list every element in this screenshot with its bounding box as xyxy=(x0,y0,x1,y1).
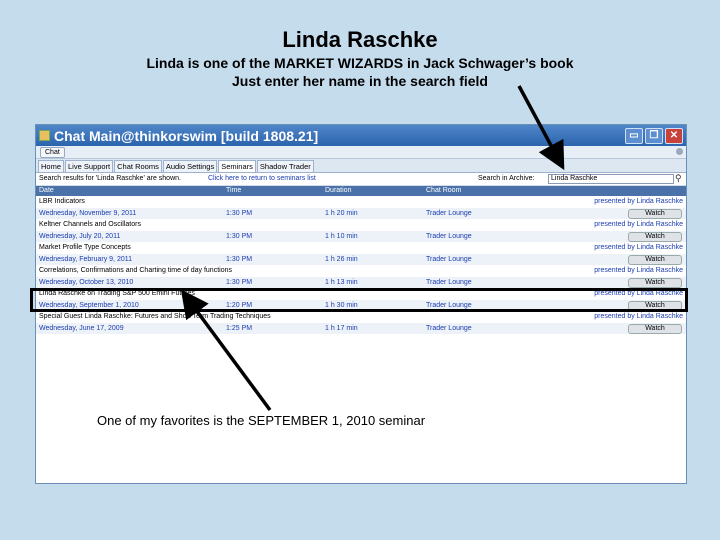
annotation-arrows xyxy=(180,85,565,412)
arrow-to-search-field xyxy=(517,85,565,171)
arrow-to-september-seminar xyxy=(180,289,272,412)
